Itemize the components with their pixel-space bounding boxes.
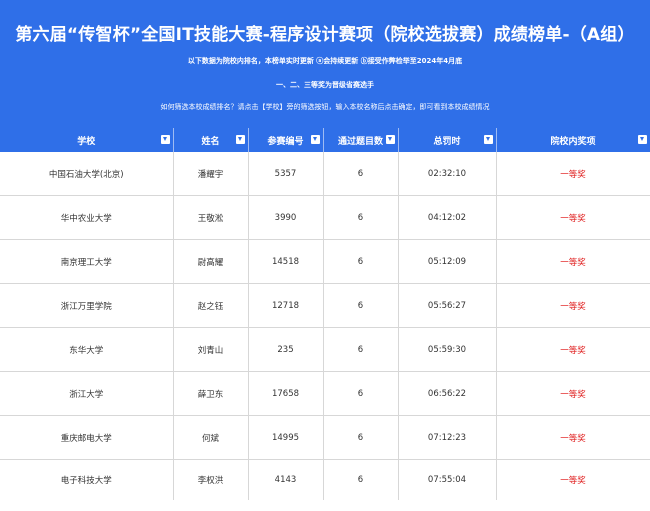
award-cell: 一等奖 <box>496 327 650 372</box>
notice-advancement: 一、二、三等奖为晋级省赛选手 <box>276 81 374 89</box>
school-cell: 华中农业大学 <box>0 195 174 240</box>
table-row: 华中农业大学 王敬淞 3990 6 04:12:02 一等奖 <box>0 195 650 240</box>
solved-cell: 6 <box>323 283 399 328</box>
award-cell: 一等奖 <box>496 195 650 240</box>
notice-ranking: 以下数据为院校内排名，本榜单实时更新 ⓐ会持续更新 ⓑ接受作弊检举至2024年4… <box>187 57 463 65</box>
notice-filter-help: 如何筛选本校成绩排名？请点击【学校】旁的筛选按钮，输入本校名称后点击确定，即可看… <box>160 103 490 111</box>
column-header-label: 院校内奖项 <box>550 136 596 147</box>
results-table: 学校 姓名 参赛编号 通过题目数 总罚时 院校内奖项 中国石油大学(北京) 潘耀… <box>0 128 650 500</box>
solved-cell: 6 <box>323 195 399 240</box>
entry-id-cell: 235 <box>248 327 324 372</box>
table-row: 南京理工大学 尉高耀 14518 6 05:12:09 一等奖 <box>0 239 650 284</box>
table-row: 东华大学 刘青山 235 6 05:59:30 一等奖 <box>0 327 650 372</box>
column-header-entry-id: 参赛编号 <box>248 128 324 152</box>
table-row: 电子科技大学 李权洪 4143 6 07:55:04 一等奖 <box>0 459 650 500</box>
penalty-cell: 05:56:27 <box>398 283 497 328</box>
entry-id-cell: 14995 <box>248 415 324 460</box>
penalty-cell: 02:32:10 <box>398 152 497 196</box>
school-cell: 东华大学 <box>0 327 174 372</box>
solved-cell: 6 <box>323 415 399 460</box>
column-header-name: 姓名 <box>173 128 249 152</box>
name-cell: 王敬淞 <box>173 195 249 240</box>
award-cell: 一等奖 <box>496 239 650 284</box>
column-header-label: 通过题目数 <box>337 136 383 147</box>
solved-cell: 6 <box>323 152 399 196</box>
penalty-cell: 07:12:23 <box>398 415 497 460</box>
solved-cell: 6 <box>323 239 399 284</box>
entry-id-cell: 4143 <box>248 459 324 500</box>
column-header-school: 学校 <box>0 128 174 152</box>
table-row: 浙江大学 薛卫东 17658 6 06:56:22 一等奖 <box>0 371 650 416</box>
column-header-penalty: 总罚时 <box>398 128 497 152</box>
column-header-label: 学校 <box>77 136 96 147</box>
school-cell: 电子科技大学 <box>0 459 174 500</box>
name-cell: 赵之钰 <box>173 283 249 328</box>
filter-icon[interactable] <box>637 135 647 144</box>
award-cell: 一等奖 <box>496 283 650 328</box>
filter-icon[interactable] <box>385 135 395 144</box>
penalty-cell: 07:55:04 <box>398 459 497 500</box>
entry-id-cell: 5357 <box>248 152 324 196</box>
filter-icon[interactable] <box>235 135 245 144</box>
header-banner: 第六届“传智杯”全国IT技能大赛-程序设计赛项（院校选拔赛）成绩榜单-（A组） … <box>0 0 650 128</box>
school-cell: 浙江大学 <box>0 371 174 416</box>
school-cell: 南京理工大学 <box>0 239 174 284</box>
award-cell: 一等奖 <box>496 152 650 196</box>
entry-id-cell: 3990 <box>248 195 324 240</box>
table-row: 重庆邮电大学 何斌 14995 6 07:12:23 一等奖 <box>0 415 650 460</box>
solved-cell: 6 <box>323 327 399 372</box>
entry-id-cell: 14518 <box>248 239 324 284</box>
penalty-cell: 06:56:22 <box>398 371 497 416</box>
name-cell: 李权洪 <box>173 459 249 500</box>
entry-id-cell: 12718 <box>248 283 324 328</box>
name-cell: 何斌 <box>173 415 249 460</box>
school-cell: 重庆邮电大学 <box>0 415 174 460</box>
name-cell: 潘耀宇 <box>173 152 249 196</box>
penalty-cell: 04:12:02 <box>398 195 497 240</box>
name-cell: 薛卫东 <box>173 371 249 416</box>
penalty-cell: 05:12:09 <box>398 239 497 284</box>
column-header-award: 院校内奖项 <box>496 128 650 152</box>
column-header-label: 总罚时 <box>433 136 461 147</box>
penalty-cell: 05:59:30 <box>398 327 497 372</box>
name-cell: 尉高耀 <box>173 239 249 284</box>
table-row: 浙江万里学院 赵之钰 12718 6 05:56:27 一等奖 <box>0 283 650 328</box>
column-header-label: 姓名 <box>201 136 220 147</box>
column-header-label: 参赛编号 <box>267 136 304 147</box>
column-header-solved: 通过题目数 <box>323 128 399 152</box>
award-cell: 一等奖 <box>496 459 650 500</box>
solved-cell: 6 <box>323 371 399 416</box>
award-cell: 一等奖 <box>496 415 650 460</box>
page-title: 第六届“传智杯”全国IT技能大赛-程序设计赛项（院校选拔赛）成绩榜单-（A组） <box>15 25 635 45</box>
name-cell: 刘青山 <box>173 327 249 372</box>
table-row: 中国石油大学(北京) 潘耀宇 5357 6 02:32:10 一等奖 <box>0 152 650 196</box>
table-header-row: 学校 姓名 参赛编号 通过题目数 总罚时 院校内奖项 <box>0 128 650 152</box>
filter-icon[interactable] <box>310 135 320 144</box>
filter-icon[interactable] <box>483 135 493 144</box>
school-cell: 浙江万里学院 <box>0 283 174 328</box>
entry-id-cell: 17658 <box>248 371 324 416</box>
award-cell: 一等奖 <box>496 371 650 416</box>
solved-cell: 6 <box>323 459 399 500</box>
school-cell: 中国石油大学(北京) <box>0 152 174 196</box>
filter-icon[interactable] <box>160 135 170 144</box>
